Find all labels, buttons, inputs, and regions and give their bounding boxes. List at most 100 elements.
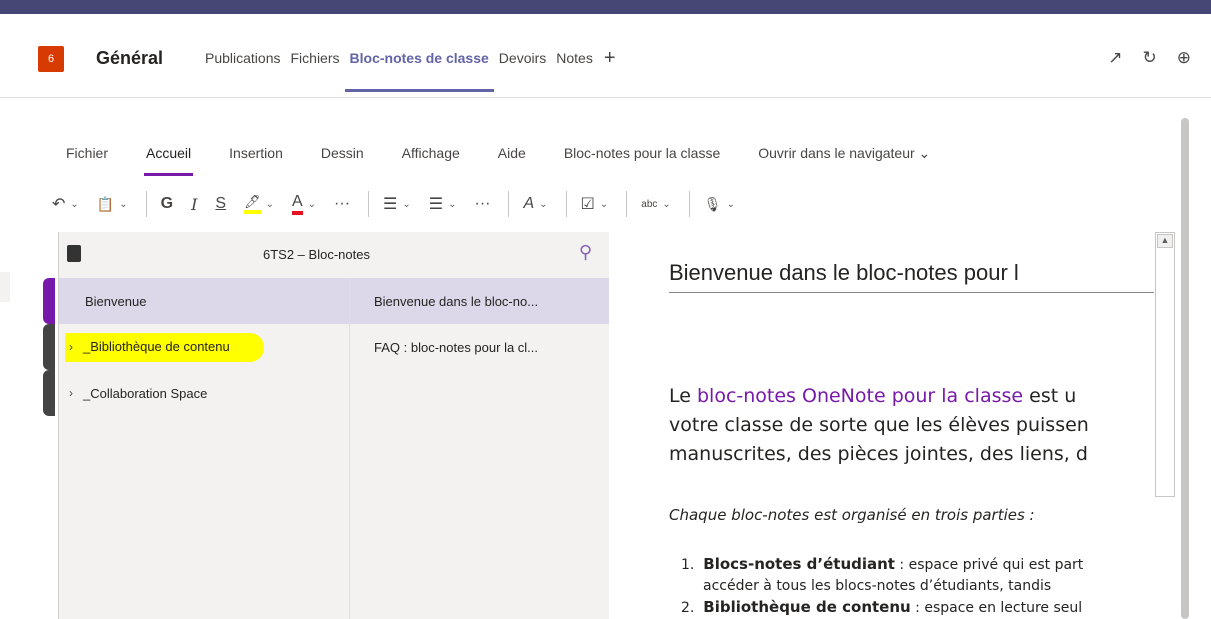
tab-notes[interactable]: Notes	[551, 50, 598, 90]
chevron-down-icon: ⌄	[918, 145, 931, 161]
numbering-button[interactable]: ☰ ⌄	[429, 194, 457, 214]
globe-icon[interactable]: ⊕	[1177, 48, 1191, 68]
list-number: 2.	[681, 600, 695, 616]
chevron-right-icon[interactable]: ›	[69, 340, 83, 354]
ordered-list[interactable]: 1. Blocs-notes d’étudiant : espace privé…	[681, 554, 1083, 619]
undo-button[interactable]: ↶ ⌄	[52, 194, 79, 214]
chevron-down-icon: ⌄	[599, 198, 609, 210]
tab-devoirs[interactable]: Devoirs	[494, 50, 551, 90]
list-item-text: accéder à tous les blocs-notes d’étudian…	[703, 578, 1052, 594]
section-color-tab	[43, 324, 55, 370]
more-format-button[interactable]: ···	[334, 195, 350, 213]
toolbar-divider	[688, 191, 690, 217]
list-number: 1.	[681, 557, 695, 573]
menu-insertion[interactable]: Insertion	[229, 145, 283, 162]
page-item[interactable]: FAQ : bloc-notes pour la cl...	[350, 324, 611, 370]
app-rail-edge	[0, 272, 10, 302]
paste-button[interactable]: 📋 ⌄	[97, 196, 128, 213]
numbered-list-icon: ☰	[428, 196, 444, 213]
toolbar-divider	[368, 191, 370, 217]
canvas-scrollbar[interactable]	[1155, 232, 1175, 497]
list-item-title: Blocs-notes d’étudiant	[703, 555, 895, 573]
tab-bloc-notes-de-classe[interactable]: Bloc-notes de classe	[344, 50, 495, 92]
section-label: _Collaboration Space	[83, 385, 208, 401]
para-text: votre classe de sorte que les élèves pui…	[669, 414, 1089, 436]
list-item-text: : espace privé qui est part	[894, 557, 1084, 573]
italic-icon: I	[191, 194, 198, 214]
spelling-button[interactable]: abc ⌄	[641, 199, 671, 210]
notebook-title[interactable]: 6TS2 – Bloc-notes	[263, 247, 370, 262]
menu-aide[interactable]: Aide	[498, 145, 526, 162]
scroll-up-arrow-icon[interactable]: ▲	[1157, 234, 1173, 248]
chevron-down-icon: ⌄	[70, 198, 79, 210]
menu-affichage[interactable]: Affichage	[402, 145, 460, 162]
bold-button[interactable]: G	[161, 195, 173, 213]
highlight-annotation: › _Bibliothèque de contenu	[65, 332, 264, 362]
menu-accueil[interactable]: Accueil	[144, 145, 194, 176]
highlighter-icon: 🖊	[244, 194, 261, 214]
chevron-down-icon: ⌄	[448, 198, 457, 210]
add-tab-icon[interactable]: +	[604, 48, 616, 90]
more-icon: ···	[474, 195, 491, 212]
highlight-button[interactable]: 🖊 ⌄	[244, 194, 274, 214]
tab-publications[interactable]: Publications	[200, 50, 286, 90]
para-text: manuscrites, des pièces jointes, des lie…	[669, 443, 1088, 465]
toolbar-divider	[145, 191, 147, 217]
reload-icon[interactable]: ↻	[1143, 48, 1157, 68]
header-actions: ↗ ↻ ⊕	[1108, 48, 1191, 68]
notebook-header: 6TS2 – Bloc-notes ⚲	[59, 232, 610, 278]
menu-fichier[interactable]: Fichier	[66, 145, 108, 162]
menu-ouvrir-dans-le-navigateur[interactable]: Ouvrir dans le navigateur ⌄	[758, 145, 930, 162]
bullet-list-icon: ☰	[383, 196, 398, 213]
styles-button[interactable]: A ⌄	[523, 195, 547, 213]
section-collaboration-space[interactable]: › _Collaboration Space	[59, 370, 349, 416]
tab-fichiers[interactable]: Fichiers	[286, 50, 345, 90]
strikethrough-button[interactable]: S	[215, 195, 226, 213]
ribbon-toolbar: ↶ ⌄ 📋 ⌄ G I S 🖊 ⌄ A ⌄ ··· ☰ ⌄ ☰ ⌄ ··· A ⌄ ☑ ⌄ ab…	[52, 186, 753, 222]
section-label: _Bibliothèque de contenu	[83, 338, 230, 354]
app-top-bar	[0, 0, 1211, 14]
channel-tabs: Publications Fichiers Bloc-notes de clas…	[200, 48, 616, 92]
list-item-text: : espace en lecture seul	[910, 600, 1083, 616]
chevron-right-icon[interactable]: ›	[69, 386, 83, 400]
menu-bloc-notes-pour-la-classe[interactable]: Bloc-notes pour la classe	[564, 145, 720, 162]
page-canvas[interactable]: Bienvenue dans le bloc-notes pour l Le b…	[609, 232, 1154, 619]
spelling-icon: abc	[641, 198, 658, 210]
menu-ouvrir-label: Ouvrir dans le navigateur	[758, 145, 915, 161]
intro-paragraph[interactable]: Le bloc-notes OneNote pour la classe est…	[669, 382, 1089, 469]
notebook-navigation: 6TS2 – Bloc-notes ⚲ Bienvenue › _Biblioth…	[43, 232, 611, 619]
channel-name: Général	[96, 48, 164, 68]
italic-intro[interactable]: Chaque bloc-notes est organisé en trois …	[669, 506, 1035, 524]
font-color-button[interactable]: A ⌄	[291, 193, 316, 215]
expand-icon[interactable]: ↗	[1108, 48, 1122, 68]
window-scrollbar[interactable]	[1181, 118, 1189, 619]
menu-dessin[interactable]: Dessin	[321, 145, 364, 162]
search-icon[interactable]: ⚲	[579, 242, 592, 263]
section-label: Bienvenue	[85, 293, 147, 309]
section-bibliotheque-de-contenu[interactable]: › _Bibliothèque de contenu	[59, 324, 349, 370]
page-item[interactable]: Bienvenue dans le bloc-no...	[350, 278, 611, 324]
toolbar-divider	[508, 191, 510, 217]
more-paragraph-button[interactable]: ···	[475, 195, 491, 213]
tag-icon: ☑	[580, 196, 595, 213]
clipboard-icon: 📋	[96, 195, 115, 212]
more-icon: ···	[334, 195, 351, 212]
para-text: est u	[1023, 385, 1077, 407]
styles-icon: A	[523, 195, 535, 212]
page-title[interactable]: Bienvenue dans le bloc-notes pour l	[669, 260, 1154, 293]
section-bienvenue[interactable]: Bienvenue	[59, 278, 349, 324]
tag-button[interactable]: ☑ ⌄	[581, 194, 609, 214]
team-avatar[interactable]: 6	[38, 46, 64, 72]
dictate-button[interactable]: 🎙 ⌄	[704, 196, 735, 213]
onenote-link[interactable]: bloc-notes OneNote pour la classe	[697, 385, 1023, 407]
chevron-down-icon: ⌄	[539, 198, 548, 210]
chevron-down-icon: ⌄	[662, 198, 671, 210]
section-color-tab	[43, 278, 55, 324]
chevron-down-icon: ⌄	[265, 198, 274, 210]
bullets-button[interactable]: ☰ ⌄	[383, 194, 411, 214]
toolbar-divider	[626, 191, 628, 217]
channel-header: 6 Général Publications Fichiers Bloc-not…	[0, 14, 1211, 98]
italic-button[interactable]: I	[191, 195, 197, 214]
undo-icon: ↶	[52, 196, 66, 213]
notebook-icon[interactable]	[67, 245, 81, 262]
